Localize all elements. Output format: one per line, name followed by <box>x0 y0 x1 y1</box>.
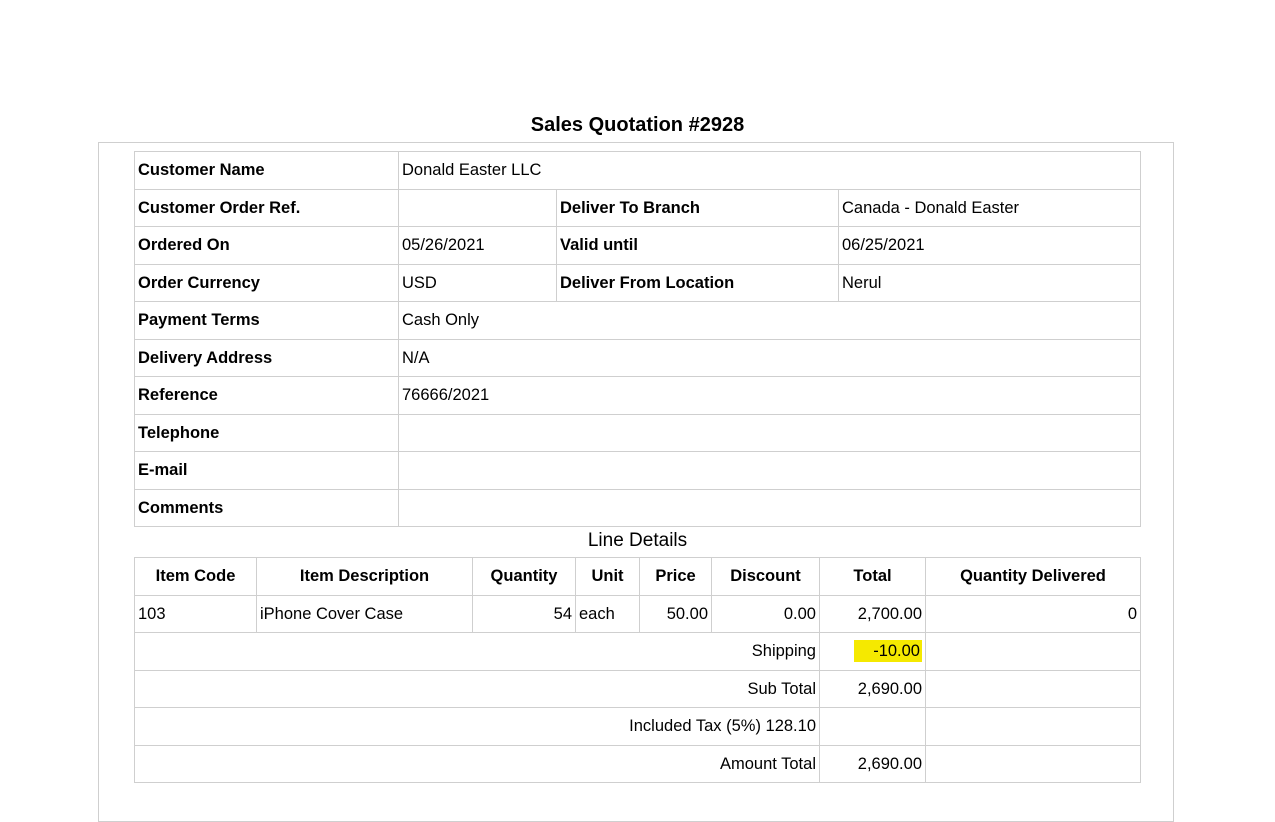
deliver-to-branch-label: Deliver To Branch <box>556 188 839 227</box>
subtotal-label: Sub Total <box>134 669 820 708</box>
column-header-item-description: Item Description <box>256 557 473 596</box>
shipping-label: Shipping <box>134 632 820 671</box>
amount-total-label: Amount Total <box>134 744 820 783</box>
reference-label: Reference <box>134 376 399 415</box>
table-row: Payment Terms Cash Only <box>134 301 1142 340</box>
price-cell: 50.00 <box>639 594 712 633</box>
column-header-item-code: Item Code <box>134 557 257 596</box>
order-currency-label: Order Currency <box>134 263 399 302</box>
customer-order-ref-label: Customer Order Ref. <box>134 188 399 227</box>
table-row: Reference 76666/2021 <box>134 376 1142 415</box>
comments-value <box>397 488 1142 527</box>
column-header-quantity-delivered: Quantity Delivered <box>925 557 1141 596</box>
tax-row: Included Tax (5%) 128.10 <box>134 707 1141 746</box>
tax-label: Included Tax (5%) 128.10 <box>134 707 820 746</box>
payment-terms-label: Payment Terms <box>134 301 399 340</box>
email-value <box>397 451 1142 490</box>
delivery-address-value: N/A <box>397 338 1142 377</box>
customer-name-label: Customer Name <box>134 151 399 190</box>
column-header-total: Total <box>819 557 926 596</box>
empty-cell <box>925 632 1141 671</box>
column-header-price: Price <box>639 557 712 596</box>
quantity-delivered-cell: 0 <box>925 594 1141 633</box>
delivery-address-label: Delivery Address <box>134 338 399 377</box>
column-header-discount: Discount <box>711 557 820 596</box>
subtotal-row: Sub Total 2,690.00 <box>134 669 1141 708</box>
table-row: Order Currency USD Deliver From Location… <box>134 263 1142 302</box>
valid-until-value: 06/25/2021 <box>837 226 1142 265</box>
table-row: Ordered On 05/26/2021 Valid until 06/25/… <box>134 226 1142 265</box>
amount-total-value: 2,690.00 <box>819 744 926 783</box>
empty-cell <box>925 669 1141 708</box>
ordered-on-label: Ordered On <box>134 226 399 265</box>
line-details-table: Item Code Item Description Quantity Unit… <box>134 557 1141 783</box>
subtotal-value: 2,690.00 <box>819 669 926 708</box>
empty-cell <box>819 707 926 746</box>
shipping-row: Shipping -10.00 <box>134 632 1141 671</box>
table-header-row: Item Code Item Description Quantity Unit… <box>134 557 1141 596</box>
empty-cell <box>925 744 1141 783</box>
shipping-value-cell: -10.00 <box>819 632 926 671</box>
quotation-header-table: Customer Name Donald Easter LLC Customer… <box>134 151 1142 527</box>
telephone-label: Telephone <box>134 413 399 452</box>
table-row: 103 iPhone Cover Case 54 each 50.00 0.00… <box>134 594 1141 633</box>
unit-cell: each <box>575 594 640 633</box>
reference-value: 76666/2021 <box>397 376 1142 415</box>
email-label: E-mail <box>134 451 399 490</box>
deliver-from-location-value: Nerul <box>837 263 1142 302</box>
total-cell: 2,700.00 <box>819 594 926 633</box>
quantity-cell: 54 <box>472 594 576 633</box>
customer-name-value: Donald Easter LLC <box>397 151 1142 190</box>
column-header-unit: Unit <box>575 557 640 596</box>
column-header-quantity: Quantity <box>472 557 576 596</box>
comments-label: Comments <box>134 488 399 527</box>
telephone-value <box>397 413 1142 452</box>
table-row: Customer Order Ref. Deliver To Branch Ca… <box>134 188 1142 227</box>
empty-cell <box>925 707 1141 746</box>
page-title: Sales Quotation #2928 <box>530 114 745 136</box>
table-row: E-mail <box>134 451 1142 490</box>
payment-terms-value: Cash Only <box>397 301 1142 340</box>
item-description-cell: iPhone Cover Case <box>256 594 473 633</box>
table-row: Delivery Address N/A <box>134 338 1142 377</box>
table-row: Customer Name Donald Easter LLC <box>134 151 1142 190</box>
order-currency-value: USD <box>398 263 557 302</box>
deliver-from-location-label: Deliver From Location <box>556 263 839 302</box>
deliver-to-branch-value: Canada - Donald Easter <box>837 188 1142 227</box>
table-row: Comments <box>134 488 1142 527</box>
shipping-value: -10.00 <box>854 640 922 663</box>
item-code-cell: 103 <box>134 594 257 633</box>
valid-until-label: Valid until <box>556 226 839 265</box>
discount-cell: 0.00 <box>711 594 820 633</box>
amount-total-row: Amount Total 2,690.00 <box>134 744 1141 783</box>
table-row: Telephone <box>134 413 1142 452</box>
customer-order-ref-value <box>398 188 557 227</box>
line-details-title: Line Details <box>587 530 688 551</box>
ordered-on-value: 05/26/2021 <box>398 226 557 265</box>
